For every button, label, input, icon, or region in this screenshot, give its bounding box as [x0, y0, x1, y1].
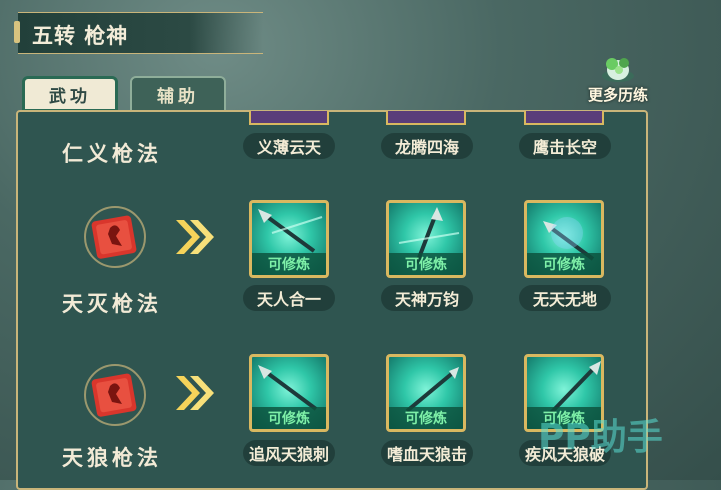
- more-training-label: 更多历练: [587, 86, 648, 104]
- skill-tile-top[interactable]: [524, 111, 604, 125]
- chevron-right-icon: [176, 220, 214, 254]
- skill-tile[interactable]: 可修炼: [524, 200, 604, 278]
- trainable-badge: 可修炼: [252, 407, 326, 429]
- skill-label[interactable]: 追风天狼刺: [243, 440, 335, 466]
- scroll-icon[interactable]: [82, 204, 148, 270]
- skill-set-name: 天灭枪法: [62, 291, 162, 316]
- more-training-button[interactable]: 更多历练: [578, 48, 658, 105]
- trainable-badge: 可修炼: [389, 253, 463, 275]
- skill-set-name: 天狼枪法: [62, 445, 162, 470]
- skill-label[interactable]: 鹰击长空: [519, 133, 611, 159]
- skill-tile[interactable]: 可修炼: [386, 200, 466, 278]
- skill-label[interactable]: 龙腾四海: [381, 133, 473, 159]
- tab-auxiliary[interactable]: 辅助: [130, 76, 226, 112]
- skill-tile[interactable]: 可修炼: [386, 354, 466, 432]
- tab-martial-arts[interactable]: 武功: [22, 76, 118, 112]
- page-title: 五转 枪神: [32, 24, 129, 48]
- skill-label[interactable]: 嗜血天狼击: [381, 440, 473, 466]
- trainable-badge: 可修炼: [389, 407, 463, 429]
- watermark: PP助手: [538, 417, 663, 458]
- skill-label[interactable]: 无天无地: [519, 285, 611, 311]
- skill-label[interactable]: 天神万钧: [381, 285, 473, 311]
- skill-label[interactable]: 天人合一: [243, 285, 335, 311]
- skill-set-name: 仁义枪法: [62, 141, 162, 166]
- skill-tile-top[interactable]: [386, 111, 466, 125]
- skill-tile[interactable]: 可修炼: [249, 354, 329, 432]
- title-bar: 五转 枪神: [14, 12, 263, 54]
- chevron-right-icon: [176, 376, 214, 410]
- skill-label[interactable]: 义薄云天: [243, 133, 335, 159]
- scroll-icon[interactable]: [82, 362, 148, 428]
- trainable-badge: 可修炼: [527, 253, 601, 275]
- skill-tile-top[interactable]: [249, 111, 329, 125]
- skill-tile[interactable]: 可修炼: [249, 200, 329, 278]
- title-cap: [14, 21, 20, 43]
- trainable-badge: 可修炼: [252, 253, 326, 275]
- gem-icon: [598, 48, 638, 84]
